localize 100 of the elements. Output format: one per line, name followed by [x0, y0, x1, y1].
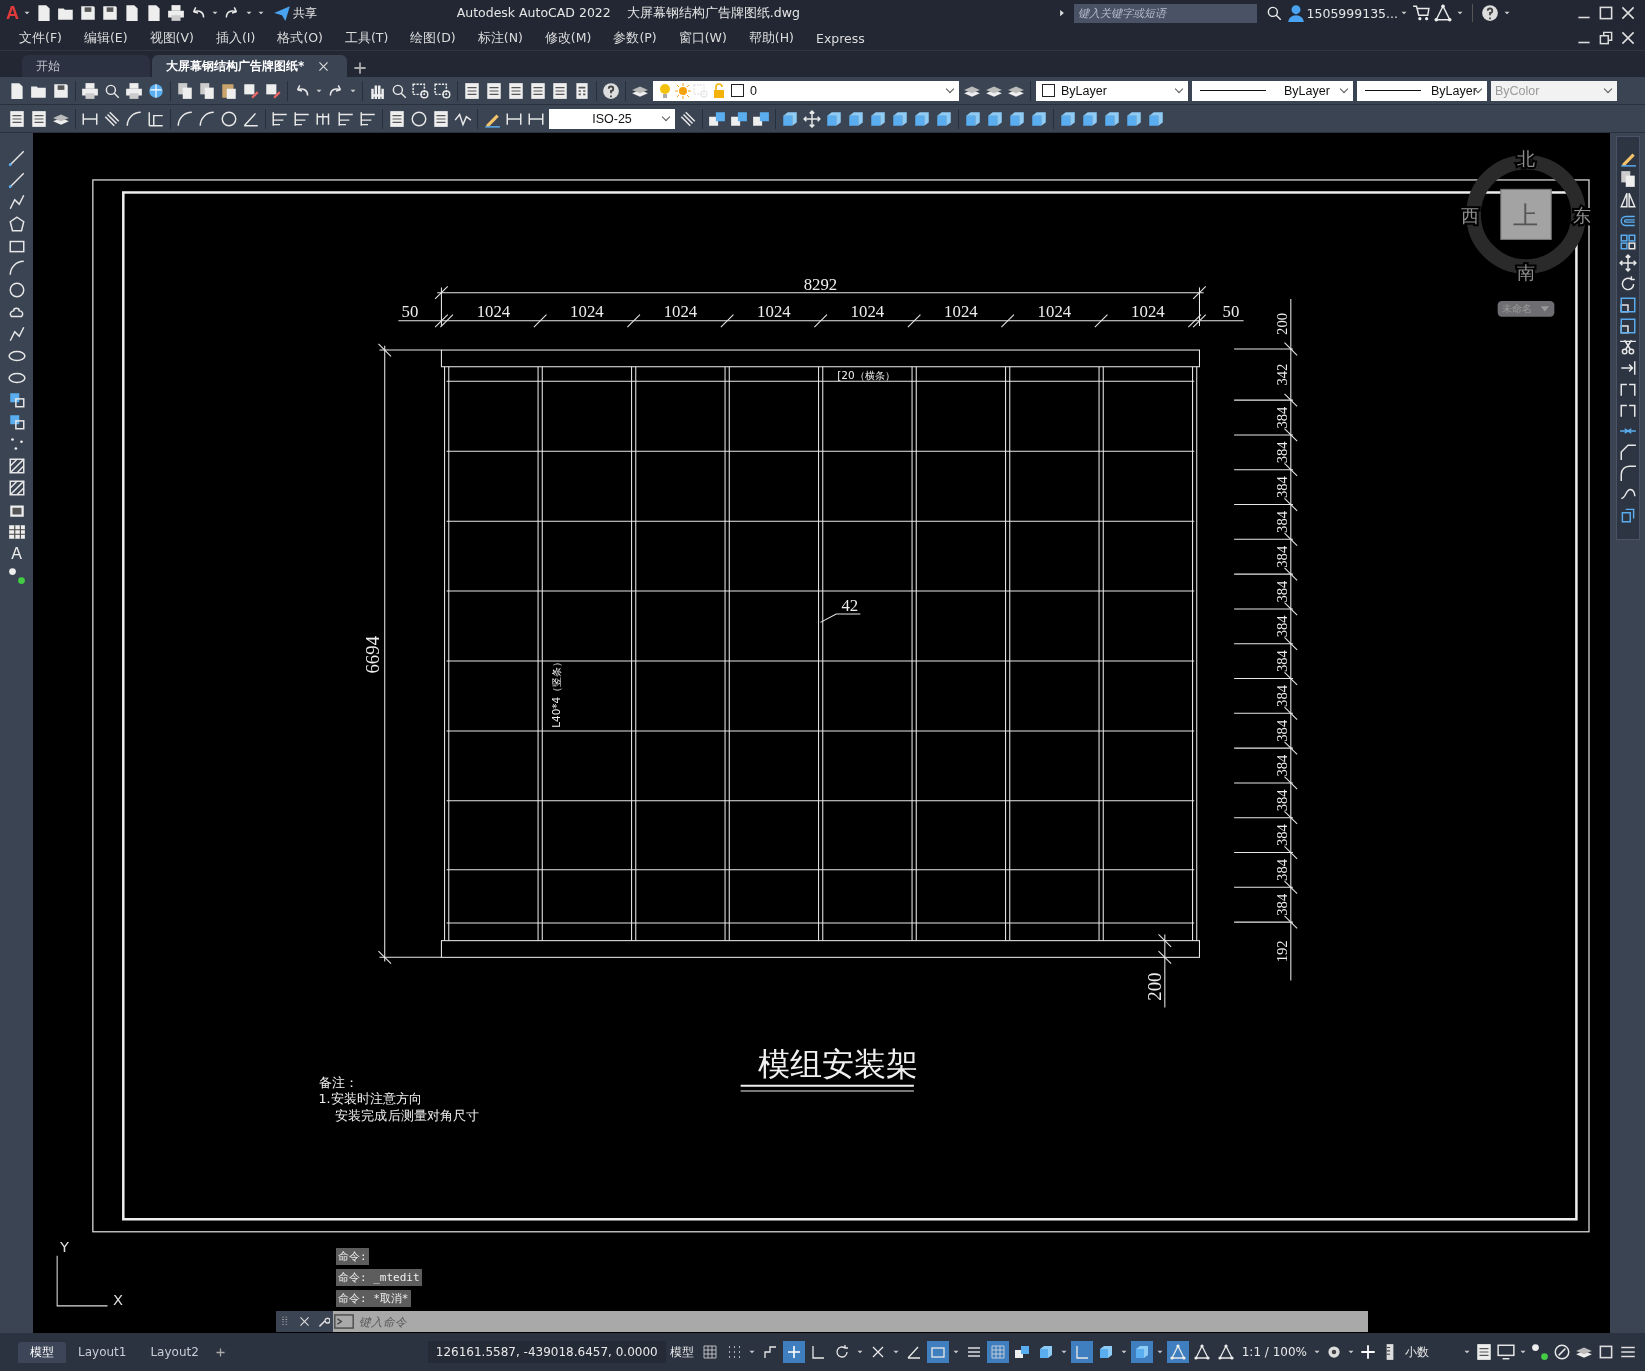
- ordinate-icon[interactable]: [147, 109, 165, 128]
- brush-icon[interactable]: [242, 81, 260, 100]
- circle-icon[interactable]: [410, 109, 428, 128]
- ortho-toggle[interactable]: [1070, 1341, 1093, 1363]
- cube-icon[interactable]: [1030, 109, 1048, 128]
- menu-item[interactable]: 插入(I): [204, 29, 267, 47]
- monitor-icon[interactable]: [1497, 1343, 1515, 1361]
- sheet-icon[interactable]: [1475, 1343, 1493, 1361]
- extend-icon[interactable]: [1618, 359, 1637, 377]
- menu-item[interactable]: 文件(F): [8, 29, 73, 47]
- window-icon[interactable]: [412, 81, 430, 100]
- compass-label[interactable]: 南: [1517, 262, 1536, 284]
- property-dropdown[interactable]: ByLayer: [1357, 80, 1487, 101]
- baseline-icon[interactable]: [337, 109, 355, 128]
- arc-icon[interactable]: [198, 109, 216, 128]
- cube-icon[interactable]: [913, 109, 931, 128]
- menu-item[interactable]: 绘图(D): [399, 29, 467, 47]
- compass-label[interactable]: 西: [1461, 204, 1480, 226]
- baseline-icon[interactable]: [359, 109, 377, 128]
- sheet-icon[interactable]: [529, 81, 547, 100]
- sheet-icon[interactable]: [8, 109, 26, 128]
- file-tab[interactable]: 开始: [22, 55, 150, 77]
- cube-icon[interactable]: [1059, 109, 1077, 128]
- restore-icon[interactable]: [1597, 29, 1615, 47]
- rectangle-toggle[interactable]: [926, 1341, 949, 1363]
- help-icon[interactable]: [1481, 4, 1499, 22]
- menu-item[interactable]: 窗口(W): [667, 29, 738, 47]
- gear-icon[interactable]: [1325, 1343, 1343, 1361]
- copy-icon[interactable]: [176, 81, 194, 100]
- layout-tab[interactable]: Layout1: [66, 1343, 139, 1361]
- cube-icon[interactable]: [1147, 109, 1165, 128]
- cube-icon[interactable]: [1103, 109, 1121, 128]
- menu-item[interactable]: 标注(N): [466, 29, 534, 47]
- cube-icon[interactable]: [781, 109, 799, 128]
- scale-icon[interactable]: [1618, 317, 1637, 335]
- cube-icon[interactable]: [891, 109, 909, 128]
- hatch-icon[interactable]: [7, 457, 26, 475]
- globe-icon[interactable]: [147, 81, 165, 100]
- sheet-icon[interactable]: [463, 81, 481, 100]
- cube-icon[interactable]: [1008, 109, 1026, 128]
- fillet-icon[interactable]: [1618, 464, 1637, 482]
- close-icon[interactable]: [298, 1315, 311, 1328]
- circle-slash-icon[interactable]: [1553, 1343, 1571, 1361]
- hatch-icon[interactable]: [7, 479, 26, 497]
- sheet-icon[interactable]: [432, 109, 450, 128]
- line-icon[interactable]: [7, 171, 26, 189]
- cube-icon[interactable]: [1081, 109, 1099, 128]
- arc-icon[interactable]: [125, 109, 143, 128]
- menu-item[interactable]: 编辑(E): [72, 29, 139, 47]
- compass-label[interactable]: 北: [1517, 148, 1536, 170]
- text-tool[interactable]: A: [11, 545, 22, 563]
- close-icon[interactable]: [1619, 4, 1637, 22]
- menu-item[interactable]: 工具(T): [333, 29, 400, 47]
- annotation-scale[interactable]: 1:1 / 100%: [1237, 1345, 1311, 1359]
- clipboard-icon[interactable]: [220, 81, 238, 100]
- fullscreen-icon[interactable]: [1597, 1343, 1615, 1361]
- sheet-icon[interactable]: [551, 81, 569, 100]
- copy-icon[interactable]: [1618, 170, 1637, 188]
- layout-tab[interactable]: Layout2: [138, 1343, 211, 1361]
- gridicon-toggle[interactable]: [986, 1341, 1009, 1363]
- search-field[interactable]: 键入关键字或短语: [1073, 3, 1257, 23]
- cross-toggle[interactable]: [782, 1341, 805, 1363]
- menu-item[interactable]: Express: [805, 30, 876, 46]
- triad-toggle[interactable]: [1166, 1341, 1189, 1363]
- circle-icon[interactable]: [220, 109, 238, 128]
- nodes-icon[interactable]: [7, 567, 26, 585]
- table-icon[interactable]: [7, 523, 26, 541]
- cubepair-icon[interactable]: [752, 109, 770, 128]
- cube-icon[interactable]: [847, 109, 865, 128]
- line-icon[interactable]: [7, 149, 26, 167]
- scale-icon[interactable]: [1618, 296, 1637, 314]
- cube-icon[interactable]: [986, 109, 1004, 128]
- cube-icon[interactable]: [825, 109, 843, 128]
- calculator-icon[interactable]: [573, 81, 591, 100]
- wrench-icon[interactable]: [317, 1315, 330, 1328]
- cube-icon[interactable]: [935, 109, 953, 128]
- document-icon[interactable]: [145, 4, 163, 22]
- cubepair-icon[interactable]: [708, 109, 726, 128]
- user-name[interactable]: 1505999135...: [1306, 5, 1398, 21]
- document-icon[interactable]: [8, 81, 26, 100]
- plus-icon[interactable]: [1359, 1343, 1377, 1361]
- scissors-icon[interactable]: [1618, 338, 1637, 356]
- menu-item[interactable]: 视图(V): [138, 29, 205, 47]
- share-button[interactable]: 共享: [267, 4, 321, 22]
- baseline-icon[interactable]: [293, 109, 311, 128]
- menu-item[interactable]: 帮助(H): [737, 29, 805, 47]
- cubepair-icon[interactable]: [730, 109, 748, 128]
- close-icon[interactable]: [1619, 29, 1637, 47]
- move-icon[interactable]: [803, 109, 821, 128]
- sheet-icon[interactable]: [388, 109, 406, 128]
- plus-icon[interactable]: [213, 1345, 227, 1359]
- printer-icon[interactable]: [167, 4, 185, 22]
- chamfer-icon[interactable]: [1618, 443, 1637, 461]
- menu-item[interactable]: 修改(M): [533, 29, 603, 47]
- user-icon[interactable]: [1286, 4, 1305, 22]
- units-dropdown[interactable]: 小数: [1401, 1343, 1461, 1361]
- menu-item[interactable]: 参数(P): [602, 29, 668, 47]
- nodes-icon[interactable]: [1531, 1343, 1549, 1361]
- sheet-icon[interactable]: [507, 81, 525, 100]
- maximize-icon[interactable]: [1597, 4, 1615, 22]
